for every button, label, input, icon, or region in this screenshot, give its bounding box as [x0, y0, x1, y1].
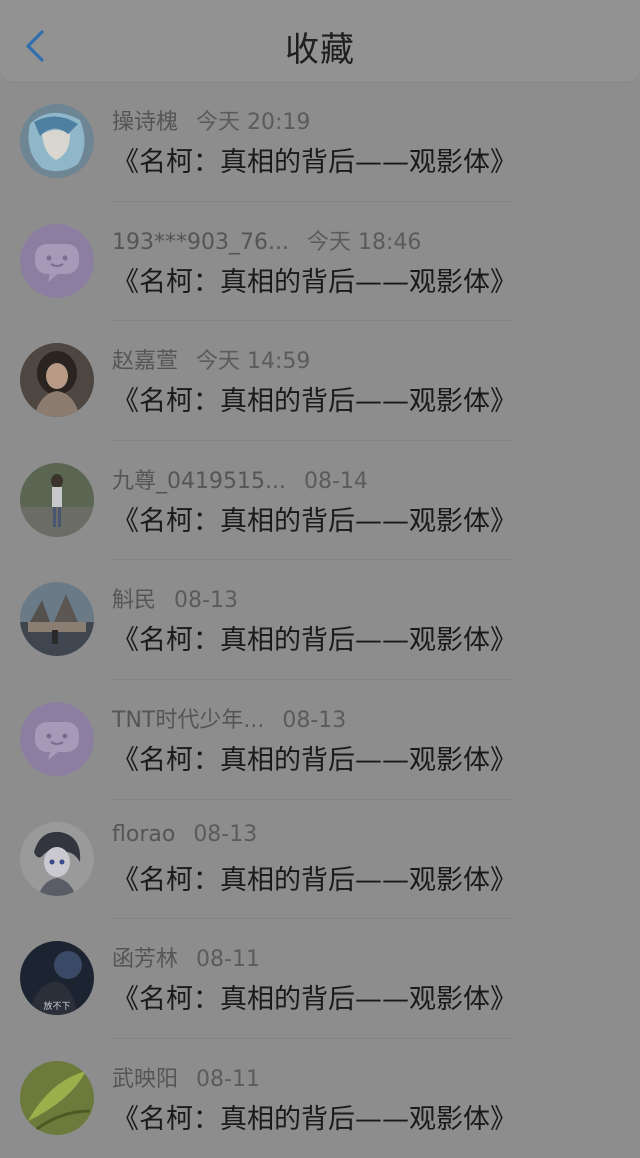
list-item[interactable]: 九尊_0419515... 08-14 《名柯：真相的背后——观影体》 [0, 441, 640, 561]
item-meta: 武映阳 08-11 [112, 1061, 260, 1093]
avatar[interactable] [20, 343, 94, 418]
favorite-title: 《名柯：真相的背后——观影体》 [112, 625, 517, 657]
item-meta: 函芳林 08-11 [112, 941, 260, 973]
list-item[interactable]: TNT时代少年... 08-13 《名柯：真相的背后——观影体》 [0, 680, 640, 800]
item-meta: 九尊_0419515... 08-14 [112, 463, 368, 495]
avatar[interactable] [20, 104, 94, 178]
item-meta: 斛民 08-13 [112, 582, 238, 614]
item-meta: 操诗槐 今天 20:19 [112, 104, 310, 136]
list-item[interactable]: 193***903_76... 今天 18:46 《名柯：真相的背后——观影体》 [0, 202, 640, 322]
list-item[interactable]: 赵嘉萱 今天 14:59 《名柯：真相的背后——观影体》 [0, 321, 640, 441]
favorite-title: 《名柯：真相的背后——观影体》 [112, 266, 517, 298]
avatar[interactable] [20, 582, 94, 657]
user-name: 九尊_0419515... [112, 468, 286, 494]
page-title: 收藏 [285, 30, 355, 70]
user-name: 操诗槐 [112, 110, 179, 135]
user-name: 函芳林 [112, 947, 179, 973]
avatar[interactable] [20, 821, 94, 896]
favorite-title: 《名柯：真相的背后——观影体》 [112, 147, 517, 178]
favorite-title: 《名柯：真相的背后——观影体》 [112, 505, 517, 537]
item-meta: florao 08-13 [112, 822, 257, 847]
timestamp: 今天 14:59 [196, 349, 311, 375]
timestamp: 今天 20:19 [196, 110, 311, 135]
list-item[interactable]: florao 08-13 《名柯：真相的背后——观影体》 [0, 800, 640, 920]
user-name: 斛民 [112, 588, 157, 614]
timestamp: 08-11 [196, 1066, 260, 1092]
user-name: 赵嘉萱 [112, 349, 179, 375]
item-meta: 193***903_76... 今天 18:46 [112, 224, 421, 256]
timestamp: 08-13 [174, 588, 238, 614]
favorite-title: 《名柯：真相的背后——观影体》 [112, 744, 517, 776]
chat-bubble-icon [35, 721, 79, 760]
favorite-title: 《名柯：真相的背后——观影体》 [112, 864, 517, 896]
favorites-list: 操诗槐 今天 20:19 《名柯：真相的背后——观影体》 193***903_76… [0, 82, 640, 1158]
item-meta: 赵嘉萱 今天 14:59 [112, 343, 310, 375]
item-meta: TNT时代少年... 08-13 [112, 702, 346, 734]
avatar[interactable] [20, 462, 94, 537]
avatar[interactable] [20, 223, 94, 298]
list-item[interactable]: 放不下 函芳林 08-11 《名柯：真相的背后——观影体》 [0, 919, 640, 1039]
avatar[interactable] [20, 1060, 94, 1135]
user-name: 193***903_76... [112, 229, 289, 255]
avatar[interactable] [20, 701, 94, 776]
user-name: 武映阳 [112, 1066, 179, 1092]
user-name: florao [112, 821, 176, 847]
chat-bubble-icon [35, 243, 79, 282]
avatar[interactable]: 放不下 [20, 941, 94, 1016]
timestamp: 今天 18:46 [306, 229, 422, 255]
list-item[interactable]: 斛民 08-13 《名柯：真相的背后——观影体》 [0, 560, 640, 680]
top-bar: 收藏 [0, 0, 640, 83]
timestamp: 08-13 [193, 821, 258, 847]
timestamp: 08-14 [303, 468, 368, 494]
list-item[interactable]: 操诗槐 今天 20:19 《名柯：真相的背后——观影体》 [0, 82, 640, 202]
user-name: TNT时代少年... [112, 707, 265, 733]
timestamp: 08-11 [196, 947, 260, 973]
timestamp: 08-13 [282, 707, 347, 733]
favorite-title: 《名柯：真相的背后——观影体》 [112, 1103, 517, 1135]
favorite-title: 《名柯：真相的背后——观影体》 [112, 984, 517, 1016]
avatar-caption: 放不下 [43, 1000, 70, 1012]
list-item[interactable]: 武映阳 08-11 《名柯：真相的背后——观影体》 [0, 1039, 640, 1158]
favorite-title: 《名柯：真相的背后——观影体》 [112, 386, 517, 418]
